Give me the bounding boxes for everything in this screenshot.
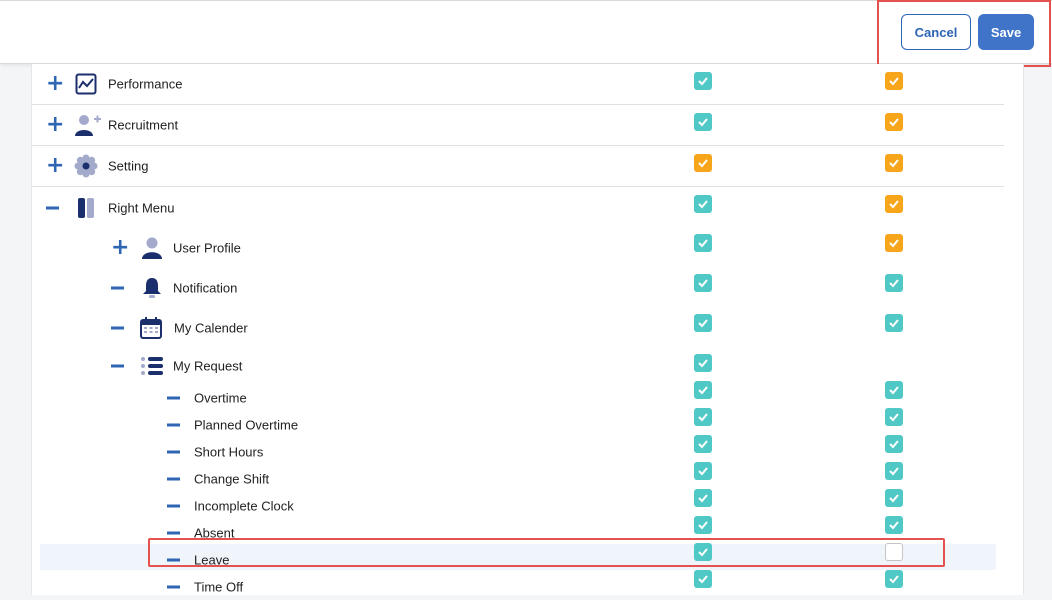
bell-icon	[140, 276, 164, 300]
permission-checkbox-col2[interactable]	[885, 113, 903, 131]
permission-checkbox-col2[interactable]	[885, 489, 903, 507]
permission-checkbox-col2[interactable]	[885, 154, 903, 172]
permission-checkbox-col1[interactable]	[694, 154, 712, 172]
permission-row-short-hours: - Short Hours	[32, 435, 1004, 465]
row-label: Setting	[108, 158, 149, 174]
collapse-icon[interactable]: -	[167, 477, 180, 480]
permission-row-user-profile: + User Profile	[32, 228, 1004, 268]
list-icon	[140, 354, 164, 378]
permission-checkbox-col2[interactable]	[885, 408, 903, 426]
row-label: Incomplete Clock	[194, 498, 294, 513]
row-label: My Request	[173, 358, 243, 374]
sidebar-icon	[74, 196, 98, 220]
permission-row-recruitment: + Recruitment	[32, 105, 1004, 146]
user-icon	[140, 236, 164, 260]
permission-checkbox-col2[interactable]	[885, 462, 903, 480]
collapse-icon[interactable]: -	[167, 450, 180, 453]
permission-checkbox-col2[interactable]	[885, 195, 903, 213]
calendar-icon	[139, 316, 163, 340]
row-label: My Calender	[174, 320, 248, 336]
permission-checkbox-col2[interactable]	[885, 234, 903, 252]
permission-row-setting: + Setting	[32, 146, 1004, 187]
permission-checkbox-col1[interactable]	[694, 381, 712, 399]
row-label: Performance	[108, 76, 183, 92]
add-user-icon	[74, 113, 102, 137]
row-label: Overtime	[194, 390, 247, 405]
permission-row-performance: + Performance	[32, 64, 1004, 105]
collapse-icon[interactable]: -	[167, 585, 180, 588]
row-label: Right Menu	[108, 200, 175, 215]
row-label: Notification	[173, 280, 238, 296]
permission-checkbox-col1[interactable]	[694, 354, 712, 372]
expand-icon[interactable]: +	[111, 237, 129, 259]
collapse-icon[interactable]: -	[167, 531, 180, 534]
permissions-panel: + Performance + Recruitment + Setting - …	[31, 64, 1024, 595]
permission-checkbox-col2[interactable]	[885, 274, 903, 292]
permission-checkbox-col1[interactable]	[694, 195, 712, 213]
permission-checkbox-col2[interactable]	[885, 435, 903, 453]
permission-row-my-calender: - My Calender	[32, 308, 1004, 348]
permission-row-my-request: - My Request	[32, 348, 1004, 384]
permission-checkbox-col2[interactable]	[885, 570, 903, 588]
permission-row-time-off: - Time Off	[32, 570, 1004, 600]
permission-row-overtime: - Overtime	[32, 381, 1004, 411]
row-label: User Profile	[173, 240, 241, 256]
collapse-icon[interactable]: -	[167, 504, 180, 507]
permission-checkbox-col1[interactable]	[694, 113, 712, 131]
permission-checkbox-col1[interactable]	[694, 408, 712, 426]
permission-checkbox-col1[interactable]	[694, 462, 712, 480]
permission-checkbox-col2[interactable]	[885, 516, 903, 534]
row-label: Change Shift	[194, 471, 270, 486]
permission-row-planned-overtime: - Planned Overtime	[32, 408, 1004, 438]
permission-checkbox-col1[interactable]	[694, 435, 712, 453]
permission-checkbox-col1[interactable]	[694, 72, 712, 90]
row-label: Recruitment	[108, 117, 179, 133]
permission-row-right-menu: - Right Menu	[32, 187, 1004, 228]
row-label: Short Hours	[194, 444, 264, 459]
expand-icon[interactable]: +	[46, 73, 64, 95]
collapse-icon[interactable]: -	[46, 206, 59, 209]
collapse-icon[interactable]: -	[111, 326, 124, 330]
permission-checkbox-col1[interactable]	[694, 314, 712, 332]
collapse-icon[interactable]: -	[111, 286, 124, 290]
expand-icon[interactable]: +	[46, 155, 64, 177]
permission-checkbox-col1[interactable]	[694, 570, 712, 588]
row-label: Planned Overtime	[194, 417, 299, 432]
permission-row-notification: - Notification	[32, 268, 1004, 308]
chart-icon	[74, 72, 98, 96]
collapse-icon[interactable]: -	[167, 423, 180, 426]
permission-checkbox-col2[interactable]	[885, 314, 903, 332]
row-label: Time Off	[194, 579, 244, 594]
permission-checkbox-col2[interactable]	[885, 381, 903, 399]
gear-icon	[74, 154, 98, 178]
permission-checkbox-col2[interactable]	[885, 72, 903, 90]
permission-checkbox-col1[interactable]	[694, 234, 712, 252]
leave-row-highlight-box	[148, 538, 945, 567]
collapse-icon[interactable]: -	[167, 396, 180, 399]
permission-checkbox-col1[interactable]	[694, 274, 712, 292]
actions-highlight-box	[877, 0, 1051, 67]
permission-row-change-shift: - Change Shift	[32, 462, 1004, 492]
expand-icon[interactable]: +	[46, 114, 64, 136]
permission-checkbox-col1[interactable]	[694, 489, 712, 507]
collapse-icon[interactable]: -	[111, 364, 124, 368]
permission-checkbox-col1[interactable]	[694, 516, 712, 534]
permission-row-incomplete-clock: - Incomplete Clock	[32, 489, 1004, 519]
